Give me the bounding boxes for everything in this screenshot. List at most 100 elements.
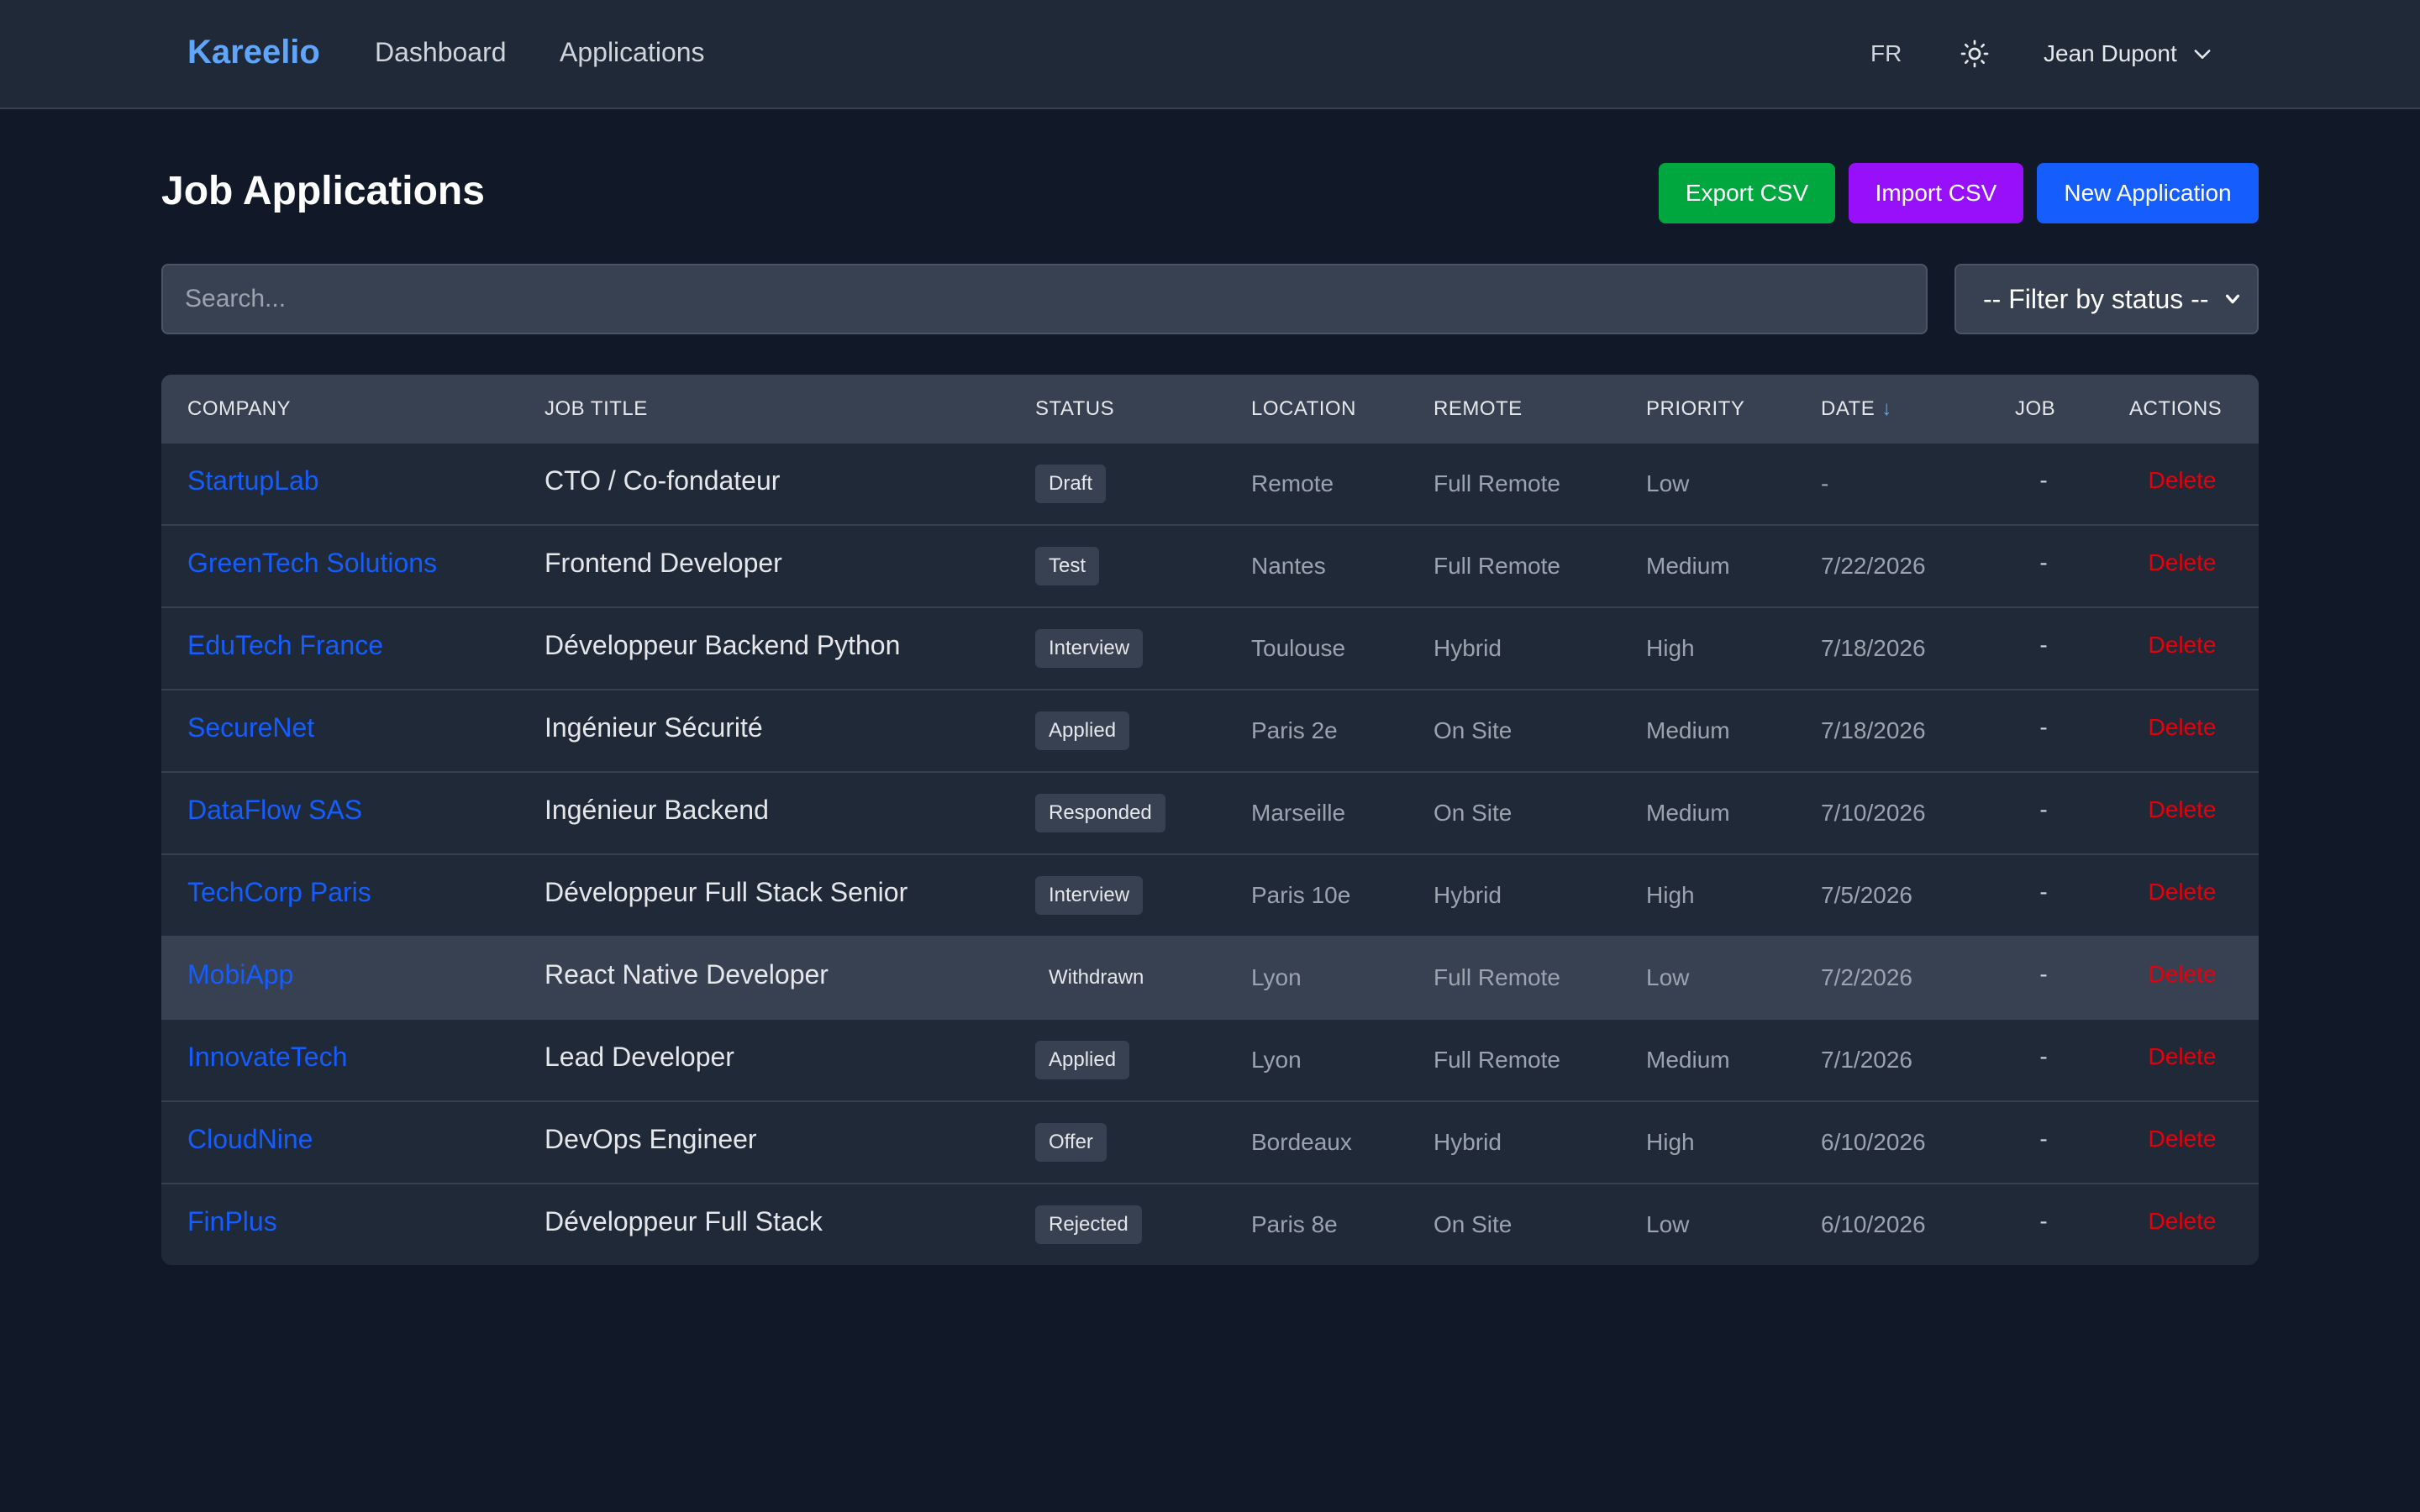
status-badge: Applied [1035, 1041, 1130, 1079]
location: Bordeaux [1251, 1129, 1352, 1155]
remote-type: Hybrid [1434, 1129, 1502, 1155]
table-row[interactable]: FinPlus Développeur Full Stack Rejected … [161, 1184, 2259, 1265]
column-header-remote[interactable]: REMOTE [1434, 375, 1523, 444]
delete-button[interactable]: Delete [2141, 852, 2223, 932]
column-header-company[interactable]: COMPANY [187, 375, 291, 444]
priority: Medium [1646, 1047, 1730, 1073]
company-link[interactable]: SecureNet [187, 687, 314, 768]
job-link: - [2039, 796, 2048, 822]
job-title: Lead Developer [544, 1042, 734, 1072]
job-title: Ingénieur Backend [544, 795, 769, 825]
status-badge: Interview [1035, 629, 1144, 668]
company-link[interactable]: CloudNine [187, 1099, 313, 1179]
column-header-location[interactable]: LOCATION [1251, 375, 1356, 444]
delete-button[interactable]: Delete [2141, 687, 2223, 768]
delete-button[interactable]: Delete [2141, 1016, 2223, 1097]
status-cell: Withdrawn [1035, 958, 1157, 996]
company-link[interactable]: StartupLab [187, 440, 319, 521]
job-link: - [2039, 1126, 2048, 1152]
job-link: - [2039, 632, 2048, 658]
chevron-down-icon [2194, 50, 2211, 59]
job-title: Frontend Developer [544, 548, 782, 578]
delete-button[interactable]: Delete [2141, 1099, 2223, 1179]
company-link[interactable]: EduTech France [187, 605, 383, 685]
job-title: DevOps Engineer [544, 1124, 757, 1154]
company-link[interactable]: TechCorp Paris [187, 852, 371, 932]
table-row[interactable]: InnovateTech Lead Developer Applied Lyon… [161, 1020, 2259, 1102]
location: Lyon [1251, 1047, 1302, 1073]
column-header-job: JOB [2015, 397, 2056, 420]
search-input[interactable]: Search... [161, 264, 1928, 334]
priority: Low [1646, 964, 1690, 990]
status-cell: Draft [1035, 464, 1107, 503]
company-link[interactable]: MobiApp [187, 934, 293, 1015]
remote-type: On Site [1434, 717, 1512, 743]
column-header-actions: ACTIONS [2129, 397, 2223, 420]
column-header-priority[interactable]: PRIORITY [1646, 375, 1744, 444]
remote-type: On Site [1434, 1211, 1512, 1237]
job-link: - [2039, 879, 2048, 905]
status-cell: Offer [1035, 1122, 1107, 1162]
delete-button[interactable]: Delete [2141, 605, 2223, 685]
status-cell: Applied [1035, 1040, 1130, 1079]
export-csv-button[interactable]: Export CSV [1659, 163, 1835, 223]
user-name: Jean Dupont [2044, 40, 2177, 66]
table-row[interactable]: TechCorp Paris Développeur Full Stack Se… [161, 855, 2259, 937]
brand-logo[interactable]: Kareelio [187, 32, 320, 72]
application-date: 7/1/2026 [1821, 1047, 1912, 1073]
theme-toggle-button[interactable] [1954, 34, 1995, 74]
application-date: 6/10/2026 [1821, 1129, 1926, 1155]
application-date: - [1821, 470, 1829, 496]
column-header-date[interactable]: DATE ↓ [1821, 375, 1892, 444]
status-cell: Responded [1035, 793, 1165, 832]
delete-button[interactable]: Delete [2141, 934, 2223, 1015]
delete-button[interactable]: Delete [2141, 1181, 2223, 1262]
nav-link-applications[interactable]: Applications [560, 35, 705, 69]
column-header-job-title[interactable]: JOB TITLE [544, 375, 648, 444]
table-row[interactable]: StartupLab CTO / Co-fondateur Draft Remo… [161, 444, 2259, 526]
table-row[interactable]: CloudNine DevOps Engineer Offer Bordeaux… [161, 1102, 2259, 1184]
status-badge: Rejected [1035, 1205, 1142, 1244]
company-link[interactable]: FinPlus [187, 1181, 277, 1262]
company-link[interactable]: DataFlow SAS [187, 769, 362, 850]
applications-table: COMPANY JOB TITLE STATUS LOCATION REMOTE… [161, 375, 2259, 1265]
status-filter-select[interactable]: -- Filter by status -- [1954, 264, 2259, 334]
application-date: 7/18/2026 [1821, 717, 1926, 743]
table-row[interactable]: EduTech France Développeur Backend Pytho… [161, 608, 2259, 690]
priority: Low [1646, 1211, 1690, 1237]
column-header-status[interactable]: STATUS [1035, 375, 1114, 444]
column-header-date-label: DATE [1821, 397, 1876, 420]
delete-button[interactable]: Delete [2141, 769, 2223, 850]
job-title: Développeur Backend Python [544, 630, 901, 660]
nav-link-dashboard[interactable]: Dashboard [375, 35, 507, 69]
priority: Medium [1646, 717, 1730, 743]
remote-type: Full Remote [1434, 470, 1560, 496]
status-badge: Test [1035, 547, 1100, 585]
priority: High [1646, 1129, 1695, 1155]
language-switch[interactable]: FR [1870, 39, 1902, 69]
location: Remote [1251, 470, 1334, 496]
user-menu[interactable]: Jean Dupont [2044, 37, 2214, 71]
location: Paris 2e [1251, 717, 1338, 743]
status-filter-value: -- Filter by status -- [1983, 283, 2209, 314]
company-link[interactable]: InnovateTech [187, 1016, 347, 1097]
delete-button[interactable]: Delete [2141, 522, 2223, 603]
location: Lyon [1251, 964, 1302, 990]
job-title: Développeur Full Stack Senior [544, 877, 908, 907]
status-cell: Interview [1035, 628, 1144, 668]
table-row[interactable]: MobiApp React Native Developer Withdrawn… [161, 937, 2259, 1020]
status-badge: Interview [1035, 876, 1144, 915]
table-row[interactable]: SecureNet Ingénieur Sécurité Applied Par… [161, 690, 2259, 773]
company-link[interactable]: GreenTech Solutions [187, 522, 437, 603]
remote-type: Full Remote [1434, 964, 1560, 990]
status-cell: Rejected [1035, 1205, 1142, 1244]
priority: High [1646, 635, 1695, 661]
new-application-button[interactable]: New Application [2037, 163, 2259, 223]
table-row[interactable]: GreenTech Solutions Frontend Developer T… [161, 526, 2259, 608]
job-link: - [2039, 1043, 2048, 1069]
import-csv-button[interactable]: Import CSV [1849, 163, 2023, 223]
application-date: 7/10/2026 [1821, 800, 1926, 826]
delete-button[interactable]: Delete [2141, 440, 2223, 521]
table-row[interactable]: DataFlow SAS Ingénieur Backend Responded… [161, 773, 2259, 855]
location: Toulouse [1251, 635, 1346, 661]
